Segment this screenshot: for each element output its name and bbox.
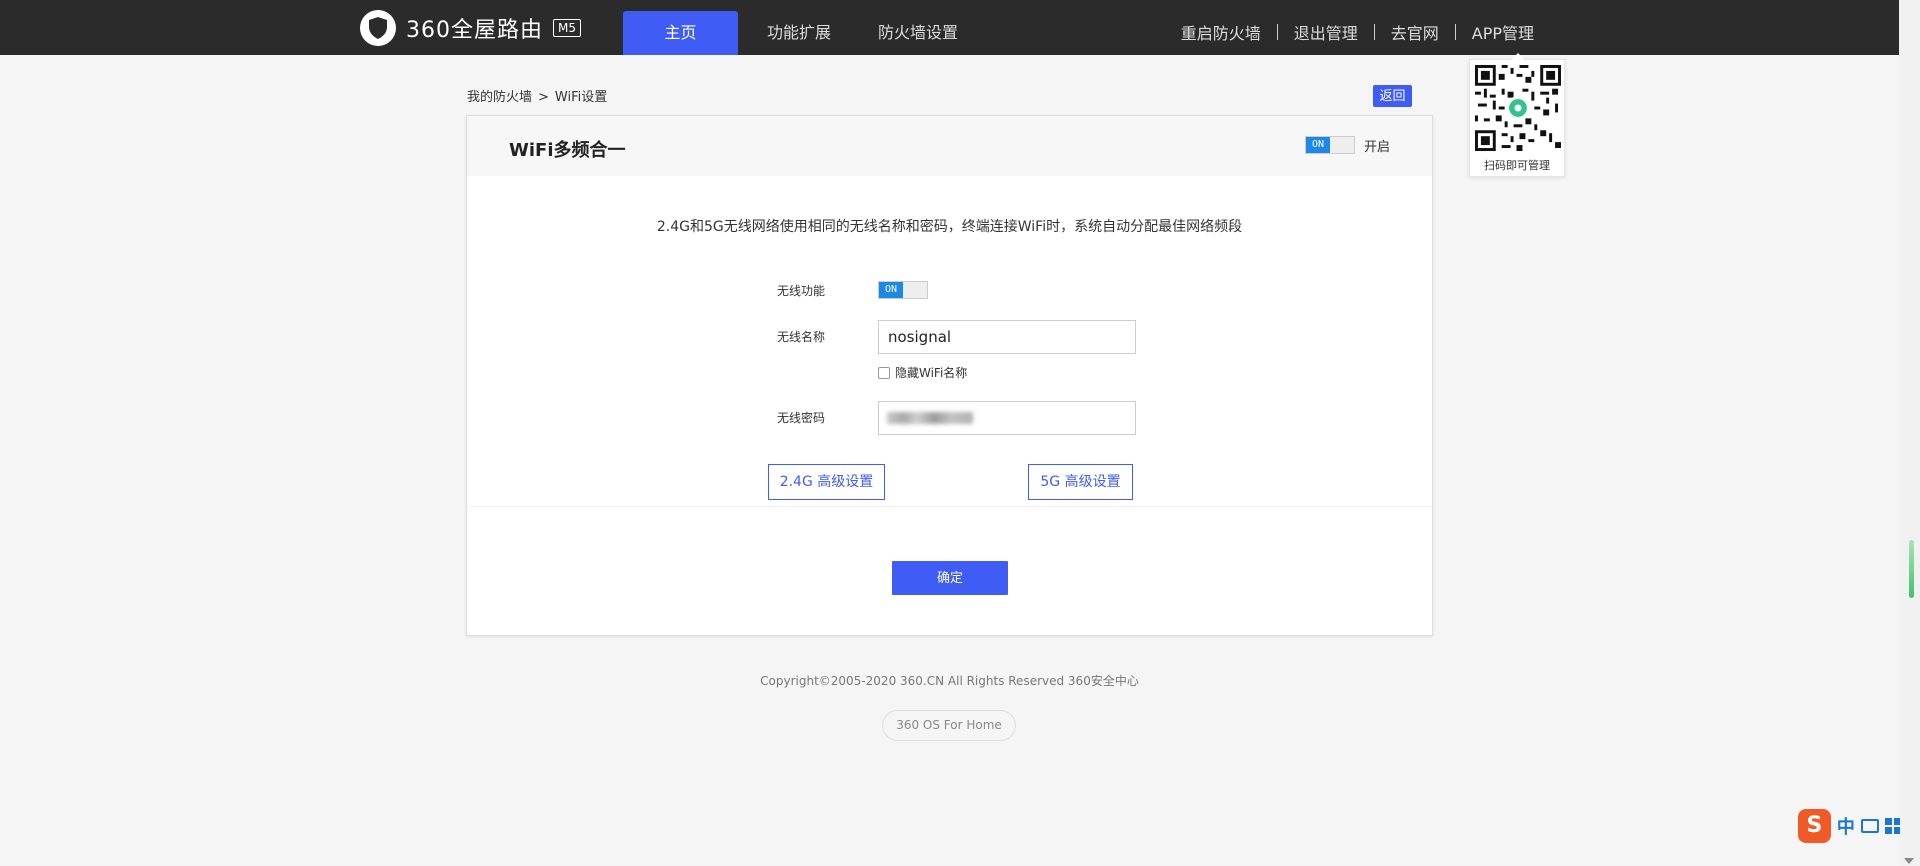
- official-site-link[interactable]: 去官网: [1391, 20, 1439, 44]
- panel-header: WiFi多频合一 ON 开启: [467, 116, 1432, 176]
- section-divider: [467, 506, 1432, 507]
- top-navbar: 360全屋路由 M5 主页 功能扩展 防火墙设置 重启防火墙 退出管理 去官网 …: [0, 0, 1899, 55]
- ssid-input[interactable]: nosignal: [878, 320, 1136, 354]
- grid-menu-icon[interactable]: [1885, 818, 1901, 834]
- toggle-on-indicator: ON: [1306, 137, 1330, 153]
- breadcrumb-root[interactable]: 我的防火墙: [467, 90, 532, 105]
- wifi-settings-panel: WiFi多频合一 ON 开启 2.4G和5G无线网络使用相同的无线名称和密码，终…: [466, 115, 1433, 636]
- multiband-toggle[interactable]: ON: [1305, 136, 1355, 154]
- nav-extensions[interactable]: 功能扩展: [752, 11, 846, 55]
- breadcrumb-current: WiFi设置: [554, 90, 608, 105]
- password-input[interactable]: [878, 401, 1136, 435]
- sogou-ime-icon[interactable]: S: [1798, 809, 1831, 843]
- copyright-text: Copyright©2005-2020 360.CN All Rights Re…: [760, 674, 1139, 688]
- link-divider: [1276, 24, 1278, 40]
- brand-logo[interactable]: 360全屋路由 M5: [360, 10, 581, 46]
- nav-home[interactable]: 主页: [623, 11, 738, 55]
- advanced-2-4g-button[interactable]: 2.4G 高级设置: [768, 464, 885, 500]
- wireless-function-toggle[interactable]: ON: [878, 281, 928, 299]
- app-qr-popup: 扫码即可管理: [1469, 53, 1565, 177]
- brand-name: 360全屋路由: [406, 18, 543, 43]
- qr-caption: 扫码即可管理: [1484, 159, 1550, 172]
- header-links: 重启防火墙 退出管理 去官网 APP管理: [1181, 20, 1534, 44]
- restart-firewall-link[interactable]: 重启防火墙: [1181, 20, 1261, 44]
- confirm-button[interactable]: 确定: [892, 561, 1008, 595]
- panel-title: WiFi多频合一: [509, 140, 626, 161]
- advanced-5g-button[interactable]: 5G 高级设置: [1028, 464, 1133, 500]
- keyboard-icon[interactable]: [1860, 819, 1880, 833]
- ime-mode-indicator[interactable]: 中: [1837, 813, 1855, 839]
- nav-firewall-settings[interactable]: 防火墙设置: [866, 11, 970, 55]
- breadcrumb-separator: >: [538, 90, 549, 105]
- password-label: 无线密码: [776, 411, 825, 425]
- model-badge: M5: [553, 19, 581, 37]
- link-divider: [1373, 24, 1375, 40]
- scroll-down-arrow-icon[interactable]: [1904, 858, 1914, 864]
- breadcrumb: 我的防火墙 > WiFi设置: [467, 86, 607, 105]
- multiband-description: 2.4G和5G无线网络使用相同的无线名称和密码，终端连接WiFi时，系统自动分配…: [656, 219, 1243, 235]
- ime-toolbar[interactable]: S 中: [1798, 808, 1901, 844]
- toggle-on-indicator: ON: [879, 282, 903, 298]
- wireless-function-label: 无线功能: [776, 284, 825, 298]
- blurred-password: [887, 412, 973, 424]
- ssid-label: 无线名称: [776, 330, 825, 344]
- os-badge: 360 OS For Home: [882, 710, 1016, 741]
- app-manage-link[interactable]: APP管理: [1472, 20, 1534, 44]
- popup-arrow: [1511, 53, 1525, 60]
- back-button[interactable]: 返回: [1373, 85, 1412, 107]
- hide-ssid-option[interactable]: 隐藏WiFi名称: [878, 364, 967, 381]
- scrollbar-thumb[interactable]: [1909, 540, 1914, 598]
- logout-link[interactable]: 退出管理: [1294, 20, 1358, 44]
- hide-ssid-checkbox[interactable]: [878, 366, 890, 379]
- hide-ssid-label: 隐藏WiFi名称: [895, 366, 968, 380]
- shield-logo-icon: [360, 10, 396, 46]
- link-divider: [1454, 24, 1456, 40]
- multiband-toggle-label: 开启: [1364, 140, 1391, 155]
- qr-code-icon: [1475, 65, 1561, 151]
- page-scrollbar[interactable]: [1899, 0, 1920, 866]
